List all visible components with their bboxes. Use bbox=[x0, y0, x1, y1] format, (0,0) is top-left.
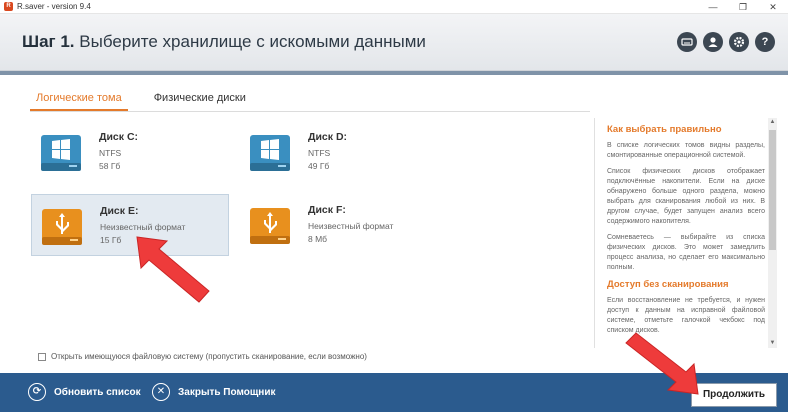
gear-icon[interactable] bbox=[729, 32, 749, 52]
open-filesystem-option[interactable]: Открыть имеющуюся файловую систему (проп… bbox=[38, 352, 367, 361]
disk-name: Диск C: bbox=[99, 131, 139, 143]
help-scrollbar[interactable]: ▲ ▼ bbox=[768, 118, 777, 348]
close-window-button[interactable]: ✕ bbox=[758, 0, 788, 14]
window-controls: — ❐ ✕ bbox=[698, 0, 788, 14]
red-arrow-icon bbox=[625, 332, 699, 395]
help-paragraph: Список физических дисков отображает подк… bbox=[607, 168, 765, 225]
header-toolbar: ? bbox=[677, 32, 775, 52]
disk-item-c[interactable]: Диск C: NTFS 58 Гб bbox=[31, 121, 229, 183]
close-wizard-label: Закрыть Помощник bbox=[178, 386, 276, 398]
disk-filesystem: Неизвестный формат bbox=[308, 221, 394, 231]
disk-size: 8 Мб bbox=[308, 234, 328, 244]
scroll-thumb[interactable] bbox=[769, 130, 776, 250]
page-header: Шаг 1. Выберите хранилище с искомыми дан… bbox=[0, 14, 788, 71]
continue-button[interactable]: Продолжить bbox=[691, 383, 777, 407]
disk-filesystem: Неизвестный формат bbox=[100, 222, 186, 232]
window-titlebar: R R.saver - version 9.4 — ❐ ✕ bbox=[0, 0, 788, 14]
refresh-list-label: Обновить список bbox=[54, 386, 141, 398]
disk-size: 49 Гб bbox=[308, 161, 330, 171]
help-paragraph: Сомневаетесь — выбирайте из списка физич… bbox=[607, 234, 765, 271]
usb-drive-icon bbox=[42, 209, 82, 245]
open-filesystem-checkbox[interactable] bbox=[38, 352, 46, 361]
disk-item-d[interactable]: Диск D: NTFS 49 Гб bbox=[240, 121, 438, 183]
tab-physical-disks[interactable]: Физические диски bbox=[148, 88, 252, 111]
page-title: Шаг 1. Выберите хранилище с искомыми дан… bbox=[22, 32, 426, 52]
refresh-list-button[interactable]: ⟳ Обновить список bbox=[28, 383, 141, 401]
disk-filesystem: NTFS bbox=[308, 148, 331, 158]
help-icon[interactable]: ? bbox=[755, 32, 775, 52]
help-title-choose: Как выбрать правильно bbox=[607, 124, 722, 135]
close-wizard-button[interactable]: ✕ Закрыть Помощник bbox=[152, 383, 275, 401]
window-title: R.saver - version 9.4 bbox=[17, 2, 91, 11]
refresh-icon: ⟳ bbox=[28, 383, 46, 401]
red-arrow-icon bbox=[136, 236, 210, 303]
disk-size: 58 Гб bbox=[99, 161, 121, 171]
help-title-access: Доступ без сканирования bbox=[607, 279, 729, 290]
app-logo-icon: R bbox=[4, 2, 13, 11]
windows-drive-icon bbox=[41, 135, 81, 171]
minimize-button[interactable]: — bbox=[698, 0, 728, 14]
help-paragraph: В списке логических томов видны разделы,… bbox=[607, 142, 765, 159]
keyboard-icon[interactable] bbox=[677, 32, 697, 52]
disk-size: 15 Гб bbox=[100, 235, 122, 245]
maximize-button[interactable]: ❐ bbox=[728, 0, 758, 14]
help-panel: Как выбрать правильно В списке логически… bbox=[594, 118, 777, 348]
close-icon: ✕ bbox=[152, 383, 170, 401]
disk-filesystem: NTFS bbox=[99, 148, 122, 158]
usb-drive-icon bbox=[250, 208, 290, 244]
tab-divider bbox=[30, 111, 590, 112]
tab-bar: Логические тома Физические диски bbox=[30, 88, 272, 111]
windows-drive-icon bbox=[250, 135, 290, 171]
disk-name: Диск F: bbox=[308, 204, 346, 216]
open-filesystem-label: Открыть имеющуюся файловую систему (проп… bbox=[51, 352, 367, 361]
disk-name: Диск E: bbox=[100, 205, 139, 217]
disk-item-f[interactable]: Диск F: Неизвестный формат 8 Мб bbox=[240, 194, 438, 256]
user-icon[interactable] bbox=[703, 32, 723, 52]
help-paragraph: Если восстановление не требуется, и нуже… bbox=[607, 297, 765, 334]
step-title: Выберите хранилище с искомыми данными bbox=[79, 32, 426, 51]
disk-name: Диск D: bbox=[308, 131, 348, 143]
header-stripe bbox=[0, 71, 788, 75]
step-label: Шаг 1. bbox=[22, 32, 75, 51]
scroll-down-icon[interactable]: ▼ bbox=[768, 339, 777, 348]
scroll-up-icon[interactable]: ▲ bbox=[768, 118, 777, 127]
tab-logical-volumes[interactable]: Логические тома bbox=[30, 88, 128, 111]
